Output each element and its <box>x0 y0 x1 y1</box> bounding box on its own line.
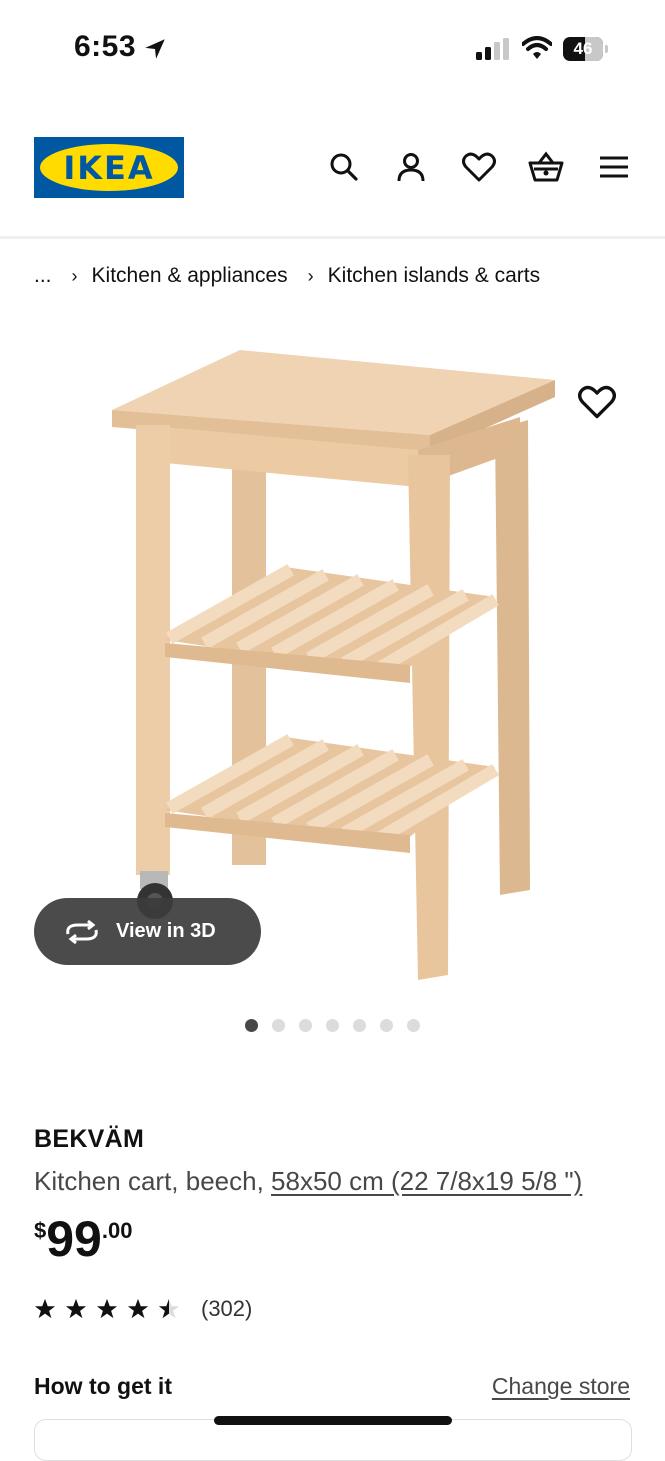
product-description: Kitchen cart, beech, 58x50 cm (22 7/8x19… <box>34 1166 582 1197</box>
cart-icon[interactable] <box>528 149 564 185</box>
favorites-icon[interactable] <box>461 149 497 185</box>
price-currency: $ <box>34 1218 47 1243</box>
product-dimensions-link[interactable]: 58x50 cm (22 7/8x19 5/8 ") <box>271 1166 582 1196</box>
how-to-get-it-heading: How to get it <box>34 1373 172 1399</box>
gallery-dot[interactable] <box>407 1019 420 1032</box>
search-icon[interactable] <box>326 149 362 185</box>
add-to-favorites-icon[interactable] <box>578 383 616 421</box>
star-full-icon <box>34 1298 56 1319</box>
product-type: Kitchen cart, beech, <box>34 1166 272 1196</box>
chevron-right-icon: › <box>307 265 314 286</box>
gallery-dot[interactable] <box>326 1019 339 1032</box>
menu-icon[interactable] <box>596 149 632 185</box>
gallery-dot[interactable] <box>353 1019 366 1032</box>
breadcrumb-kitchen-appliances[interactable]: Kitchen & appliances <box>92 264 288 288</box>
rotate-3d-icon <box>66 919 98 944</box>
cellular-signal-icon <box>476 38 509 60</box>
status-time: 6:53 <box>74 30 137 63</box>
home-indicator[interactable] <box>214 1416 452 1425</box>
product-image[interactable] <box>100 335 570 995</box>
product-name: BEKVÄM <box>34 1125 145 1153</box>
wifi-icon <box>522 36 552 59</box>
star-full-icon <box>96 1298 118 1319</box>
battery-icon: 46 <box>563 37 603 61</box>
star-full-icon <box>65 1298 87 1319</box>
chevron-right-icon: › <box>71 265 78 286</box>
location-arrow-icon <box>145 39 165 59</box>
gallery-dot[interactable] <box>272 1019 285 1032</box>
view-in-3d-button[interactable]: View in 3D <box>34 898 261 965</box>
change-store-link[interactable]: Change store <box>492 1373 630 1400</box>
gallery-dot[interactable] <box>245 1019 258 1032</box>
view-in-3d-label: View in 3D <box>116 920 216 942</box>
breadcrumb-kitchen-islands-carts[interactable]: Kitchen islands & carts <box>328 264 540 288</box>
product-price: $99.00 <box>34 1214 132 1264</box>
account-icon[interactable] <box>393 149 429 185</box>
product-rating[interactable]: (302) <box>34 1296 252 1322</box>
gallery-dot[interactable] <box>299 1019 312 1032</box>
battery-level: 46 <box>573 39 593 58</box>
delivery-options-card[interactable] <box>34 1419 632 1461</box>
gallery-dot[interactable] <box>380 1019 393 1032</box>
rating-count: (302) <box>201 1296 253 1321</box>
gallery-pagination <box>245 1019 420 1032</box>
price-integer: 99 <box>46 1211 102 1267</box>
logo-text: IKEA <box>63 149 155 187</box>
price-decimal: .00 <box>101 1218 133 1243</box>
status-bar: 6:53 46 <box>0 0 665 100</box>
star-half-icon <box>158 1298 180 1319</box>
breadcrumb: ... › Kitchen & appliances › Kitchen isl… <box>34 264 540 288</box>
site-header: IKEA ® <box>0 100 665 239</box>
breadcrumb-ellipsis[interactable]: ... <box>34 264 52 288</box>
ikea-logo[interactable]: IKEA ® <box>34 137 184 198</box>
star-full-icon <box>127 1298 149 1319</box>
